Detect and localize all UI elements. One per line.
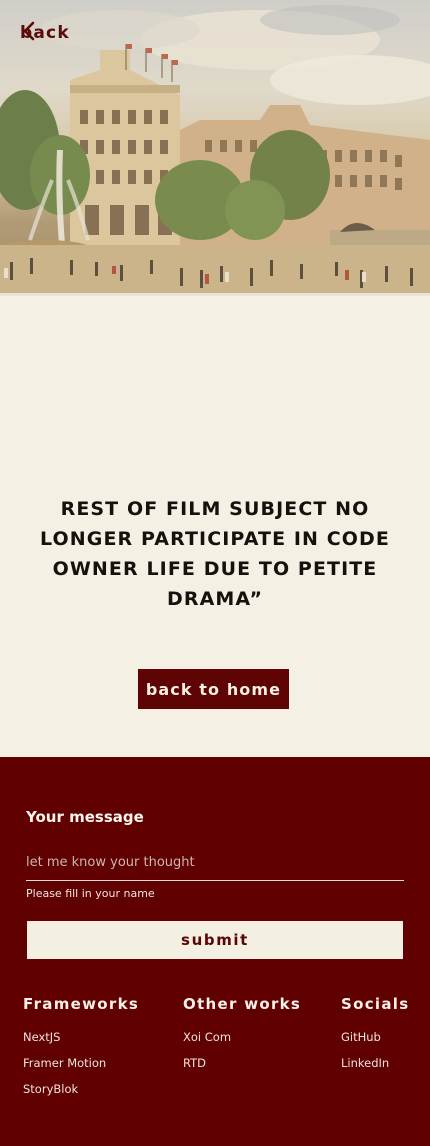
footer-link-rtd[interactable]: RTD — [183, 1056, 301, 1070]
footer-column-title: Socials — [341, 995, 410, 1013]
footer-link-linkedin[interactable]: LinkedIn — [341, 1056, 409, 1070]
back-to-home-button[interactable]: back to home — [138, 669, 289, 709]
hero-divider — [0, 293, 430, 296]
hero-photo: back — [0, 0, 430, 296]
footer-link-nextjs[interactable]: NextJS — [23, 1030, 139, 1044]
submit-button[interactable]: submit — [27, 921, 403, 959]
footer-link-storyblok[interactable]: StoryBlok — [23, 1082, 139, 1096]
footer-column-frameworks: Frameworks NextJS Framer Motion StoryBlo… — [23, 995, 139, 1108]
footer-link-xoi-com[interactable]: Xoi Com — [183, 1030, 301, 1044]
quote-text: REST OF FILM SUBJECT NO LONGER PARTICIPA… — [40, 498, 391, 610]
back-link[interactable]: back — [20, 20, 70, 46]
chevron-left-icon — [23, 21, 35, 41]
message-input[interactable] — [26, 845, 404, 881]
footer: Your message Please fill in your name su… — [0, 757, 430, 1146]
footer-column-title: Other works — [183, 995, 302, 1013]
footer-link-framer-motion[interactable]: Framer Motion — [23, 1056, 139, 1070]
footer-link-github[interactable]: GitHub — [341, 1030, 409, 1044]
footer-column-title: Frameworks — [23, 995, 140, 1013]
footer-column-socials: Socials GitHub LinkedIn — [341, 995, 409, 1082]
message-label: Your message — [26, 808, 144, 826]
message-hint: Please fill in your name — [26, 887, 155, 900]
footer-column-other-works: Other works Xoi Com RTD — [183, 995, 301, 1082]
